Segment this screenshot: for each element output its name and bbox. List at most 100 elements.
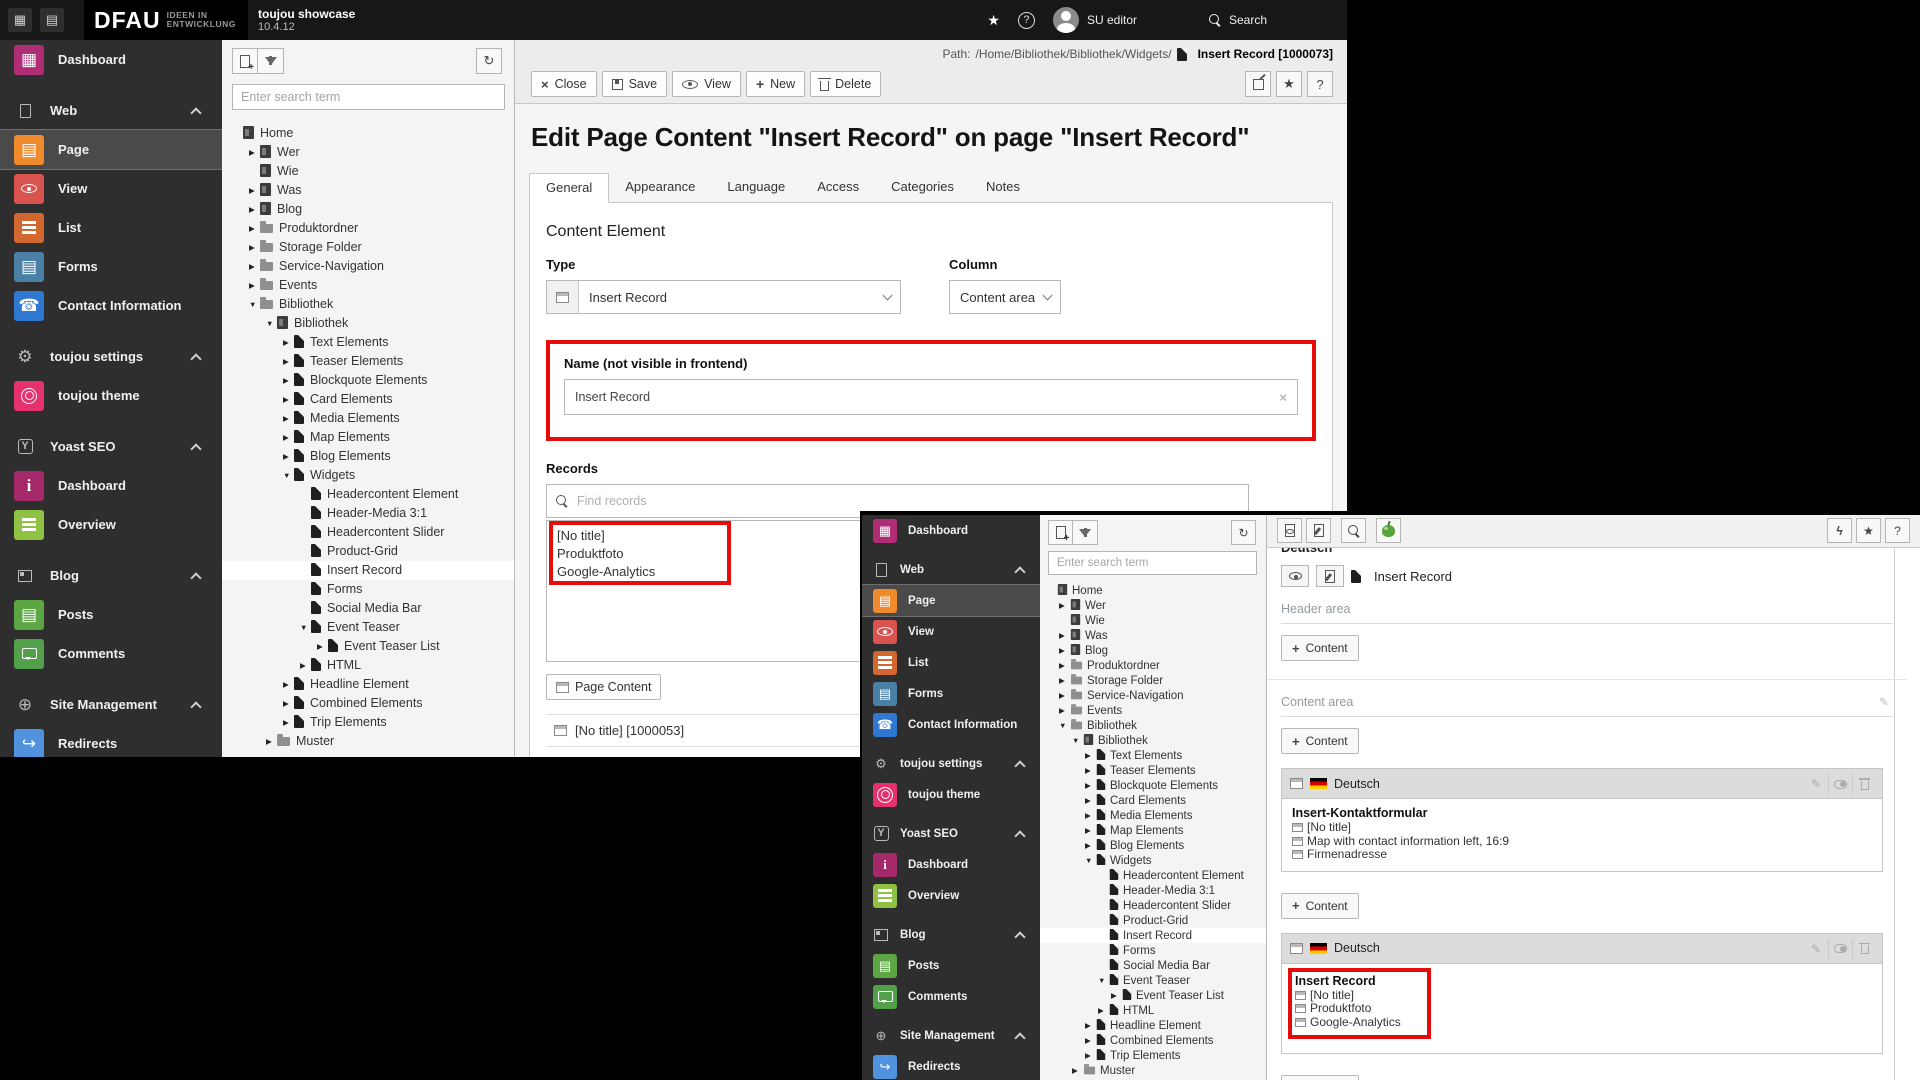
save-button[interactable]: Save	[602, 71, 668, 97]
sidebar-item-comments[interactable]: Comments	[0, 634, 222, 673]
tree-node-was[interactable]: ▶Was	[222, 181, 514, 200]
tree-node-headercontent-slider[interactable]: Headercontent Slider	[1040, 898, 1266, 913]
expander-closed-icon[interactable]: ▶	[266, 732, 277, 751]
tree-node-home[interactable]: Home	[1040, 583, 1266, 598]
tree-node-bibliothek[interactable]: ▼Bibliothek	[1040, 733, 1266, 748]
expander-closed-icon[interactable]: ▶	[1085, 778, 1096, 793]
sidebar-item-view[interactable]: View	[0, 169, 222, 208]
tree-node-blog-elements[interactable]: ▶Blog Elements	[1040, 838, 1266, 853]
find-records-input[interactable]	[577, 494, 1248, 508]
tree-node-header-media-3-1[interactable]: Header-Media 3:1	[1040, 883, 1266, 898]
expander-closed-icon[interactable]: ▶	[283, 713, 294, 732]
view-webpage-button[interactable]	[1281, 565, 1309, 587]
open-in-new-button[interactable]	[1245, 71, 1271, 97]
tree-node-event-teaser-list[interactable]: ▶Event Teaser List	[222, 637, 514, 656]
view-button[interactable]: View	[672, 71, 741, 97]
new-page-button[interactable]	[1048, 520, 1073, 545]
expander-closed-icon[interactable]: ▶	[283, 694, 294, 713]
tree-node-blog[interactable]: ▶Blog	[1040, 643, 1266, 658]
tree-node-text-elements[interactable]: ▶Text Elements	[1040, 748, 1266, 763]
add-content-button[interactable]: +Content	[1281, 1075, 1359, 1080]
delete-icon[interactable]	[1852, 774, 1876, 794]
username[interactable]: SU editor	[1087, 13, 1137, 27]
tree-node-insert-record[interactable]: Insert Record	[1040, 928, 1266, 943]
expander-open-icon[interactable]: ▼	[283, 466, 294, 485]
visibility-toggle-icon[interactable]	[1828, 939, 1852, 959]
sidebar-item-blog[interactable]: Blog	[0, 556, 222, 595]
tree-node-wer[interactable]: ▶Wer	[222, 143, 514, 162]
tab-categories[interactable]: Categories	[875, 173, 970, 202]
tree-node-blog-elements[interactable]: ▶Blog Elements	[222, 447, 514, 466]
expander-closed-icon[interactable]: ▶	[249, 219, 260, 238]
sidebar-item-overview[interactable]: Overview	[0, 505, 222, 544]
search-button[interactable]	[1341, 518, 1366, 543]
tree-node-storage-folder[interactable]: ▶Storage Folder	[222, 238, 514, 257]
sidebar-item-list[interactable]: List	[862, 647, 1040, 678]
edit-page-button[interactable]	[1306, 518, 1331, 543]
column-select[interactable]: Content area	[949, 280, 1061, 314]
sidebar-item-view[interactable]: View	[862, 616, 1040, 647]
expander-closed-icon[interactable]: ▶	[1072, 1063, 1083, 1078]
expander-closed-icon[interactable]: ▶	[1059, 703, 1070, 718]
tree-node-home[interactable]: Home	[222, 124, 514, 143]
sidebar-item-redirects[interactable]: ↪Redirects	[0, 724, 222, 757]
sidebar-item-contact-information[interactable]: ☎Contact Information	[862, 709, 1040, 740]
tree-node-product-grid[interactable]: Product-Grid	[1040, 913, 1266, 928]
expander-closed-icon[interactable]: ▶	[1059, 658, 1070, 673]
tree-node-blockquote-elements[interactable]: ▶Blockquote Elements	[1040, 778, 1266, 793]
tab-language[interactable]: Language	[711, 173, 801, 202]
sidebar-item-site-management[interactable]: ⊕Site Management	[0, 685, 222, 724]
expander-closed-icon[interactable]: ▶	[1059, 598, 1070, 613]
topbar-search[interactable]: Search	[1209, 0, 1267, 40]
expander-closed-icon[interactable]: ▶	[1085, 808, 1096, 823]
expander-closed-icon[interactable]: ▶	[1085, 823, 1096, 838]
expander-closed-icon[interactable]: ▶	[1085, 748, 1096, 763]
expander-closed-icon[interactable]: ▶	[1085, 1018, 1096, 1033]
tree-node-headline-element[interactable]: ▶Headline Element	[1040, 1018, 1266, 1033]
tree-node-event-teaser-list[interactable]: ▶Event Teaser List	[1040, 988, 1266, 1003]
tab-access[interactable]: Access	[801, 173, 875, 202]
tree-node-widgets[interactable]: ▼Widgets	[1040, 853, 1266, 868]
expander-closed-icon[interactable]: ▶	[283, 390, 294, 409]
expander-closed-icon[interactable]: ▶	[300, 656, 311, 675]
tree-node-muster[interactable]: ▶Muster	[222, 732, 514, 751]
help-button[interactable]: ?	[1885, 518, 1910, 543]
tab-general[interactable]: General	[529, 173, 609, 203]
expander-closed-icon[interactable]: ▶	[283, 409, 294, 428]
expander-closed-icon[interactable]: ▶	[283, 675, 294, 694]
tree-node-headercontent-element[interactable]: Headercontent Element	[222, 485, 514, 504]
refresh-tree-button[interactable]: ↻	[476, 48, 502, 74]
sidebar-item-posts[interactable]: ▤Posts	[0, 595, 222, 634]
expander-closed-icon[interactable]: ▶	[249, 276, 260, 295]
sidebar-item-toujou-settings[interactable]: ⚙toujou settings	[0, 337, 222, 376]
tree-node-headercontent-element[interactable]: Headercontent Element	[1040, 868, 1266, 883]
expander-closed-icon[interactable]: ▶	[249, 143, 260, 162]
refresh-tree-button[interactable]: ↻	[1231, 520, 1256, 545]
sidebar-item-web[interactable]: Web	[0, 91, 222, 130]
page-content-button[interactable]: Page Content	[546, 674, 661, 700]
avatar[interactable]	[1053, 7, 1079, 33]
tree-node-trip-elements[interactable]: ▶Trip Elements	[1040, 1048, 1266, 1063]
tree-node-event-teaser[interactable]: ▼Event Teaser	[222, 618, 514, 637]
tree-search-input[interactable]	[1048, 551, 1257, 575]
sidebar-item-comments[interactable]: Comments	[862, 981, 1040, 1012]
tree-node-media-elements[interactable]: ▶Media Elements	[1040, 808, 1266, 823]
expander-closed-icon[interactable]: ▶	[1098, 1003, 1109, 1018]
tree-node-was[interactable]: ▶Was	[1040, 628, 1266, 643]
expander-open-icon[interactable]: ▼	[1085, 853, 1096, 868]
tab-appearance[interactable]: Appearance	[609, 173, 711, 202]
expander-open-icon[interactable]: ▼	[1059, 718, 1070, 733]
tree-node-wie[interactable]: Wie	[1040, 613, 1266, 628]
tree-node-service-navigation[interactable]: ▶Service-Navigation	[1040, 688, 1266, 703]
edit-icon[interactable]: ✎	[1804, 774, 1828, 794]
sidebar-item-contact-information[interactable]: ☎Contact Information	[0, 286, 222, 325]
tree-node-bibliothek[interactable]: ▼Bibliothek	[222, 314, 514, 333]
sidebar-item-dashboard[interactable]: iDashboard	[0, 466, 222, 505]
tree-node-media-elements[interactable]: ▶Media Elements	[222, 409, 514, 428]
expander-closed-icon[interactable]: ▶	[317, 637, 328, 656]
content-element-header[interactable]: Deutsch✎	[1282, 934, 1882, 964]
expander-open-icon[interactable]: ▼	[266, 314, 277, 333]
delete-icon[interactable]	[1852, 939, 1876, 959]
tree-node-blog[interactable]: ▶Blog	[222, 200, 514, 219]
expander-closed-icon[interactable]: ▶	[1059, 688, 1070, 703]
